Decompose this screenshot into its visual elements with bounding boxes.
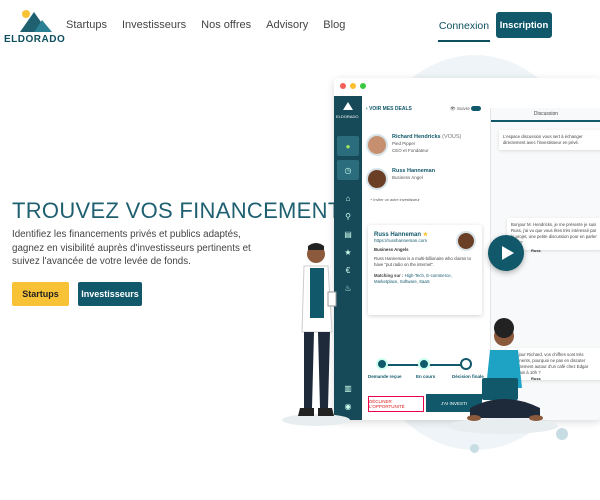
- logo-text: ELDORADO: [4, 34, 66, 45]
- window-dots: [340, 83, 366, 89]
- invite-investor-link[interactable]: + Inviter un autre investisseur: [370, 198, 420, 202]
- avatar: [366, 168, 388, 190]
- step-label: Demande reçue: [368, 374, 402, 379]
- nav-link-investisseurs[interactable]: Investisseurs: [122, 19, 186, 31]
- step-label: En cours: [416, 374, 436, 379]
- toggle-switch[interactable]: [471, 106, 481, 112]
- person-russ: Russ Hanneman Business Angel: [366, 168, 435, 190]
- sitting-woman-illustration: [467, 318, 543, 421]
- step-1: [376, 358, 388, 370]
- minimize-dot-icon: [350, 83, 356, 89]
- eldorado-logo[interactable]: ELDORADO: [4, 6, 65, 46]
- nav-link-advisory[interactable]: Advisory: [266, 19, 308, 31]
- hero-title: TROUVEZ VOS FINANCEMENTS: [12, 198, 357, 223]
- hero-description: Identifiez les financements privés et pu…: [12, 229, 251, 267]
- step-2: [418, 358, 430, 370]
- person-role: Business Angel: [392, 175, 423, 180]
- avatar: [456, 231, 476, 251]
- back-to-deals-link[interactable]: ‹ VOIR MES DEALS: [366, 106, 412, 112]
- nav-link-blog[interactable]: Blog: [323, 19, 345, 31]
- nav-link-startups[interactable]: Startups: [66, 19, 107, 31]
- nav-links: Startups Investisseurs Nos offres Adviso…: [66, 19, 345, 31]
- investisseurs-button[interactable]: Investisseurs: [78, 282, 142, 306]
- startups-button[interactable]: Startups: [12, 282, 69, 306]
- signup-button[interactable]: Inscription: [496, 12, 552, 38]
- close-dot-icon: [340, 83, 346, 89]
- decline-button[interactable]: DÉCLINER L'OPPORTUNITÉ: [368, 396, 424, 412]
- mountain-logo-icon: [20, 10, 52, 32]
- system-message: L'espace discussion vous sert à échanger…: [499, 130, 600, 150]
- follow-label: Suivre: [456, 106, 470, 111]
- person-role: CEO et Fondateur: [392, 148, 429, 153]
- play-video-button[interactable]: [488, 235, 524, 271]
- sidebar-logo-text: ELDORADO: [336, 114, 359, 119]
- person-company: Pied Pipper: [392, 141, 416, 146]
- top-nav: ELDORADO Startups Investisseurs Nos offr…: [0, 0, 600, 52]
- sidebar-logo-icon: [343, 102, 353, 110]
- avatar: [366, 134, 388, 156]
- back-label: VOIR MES DEALS: [369, 106, 412, 112]
- standing-man-illustration: [298, 243, 337, 416]
- card-matching: Matching sur : High-Tech, E-commerce, Ma…: [374, 273, 452, 284]
- card-description: Russ Hanneman is a multi-billionaire who…: [374, 256, 471, 267]
- nav-link-nos-offres[interactable]: Nos offres: [201, 19, 251, 31]
- tab-discussion[interactable]: Discussion: [491, 108, 600, 122]
- investor-card: Russ Hanneman ★ https://russhanneman.com…: [368, 225, 482, 315]
- document-icon[interactable]: ▤: [342, 228, 354, 240]
- login-button[interactable]: Connexion: [438, 12, 490, 42]
- home-icon[interactable]: ⌂: [342, 192, 354, 204]
- decor-dot: [556, 428, 568, 440]
- compass-icon[interactable]: ●: [342, 140, 354, 152]
- person-richard: Richard Hendricks (VOUS) Pied Pipper CEO…: [366, 134, 461, 156]
- clock-icon[interactable]: ◷: [342, 164, 354, 176]
- message-author: Russ: [531, 248, 541, 253]
- decor-dot: [470, 444, 479, 453]
- search-icon[interactable]: ⚲: [342, 210, 354, 222]
- follow-toggle[interactable]: 👁 Suivre: [450, 106, 481, 112]
- maximize-dot-icon: [360, 83, 366, 89]
